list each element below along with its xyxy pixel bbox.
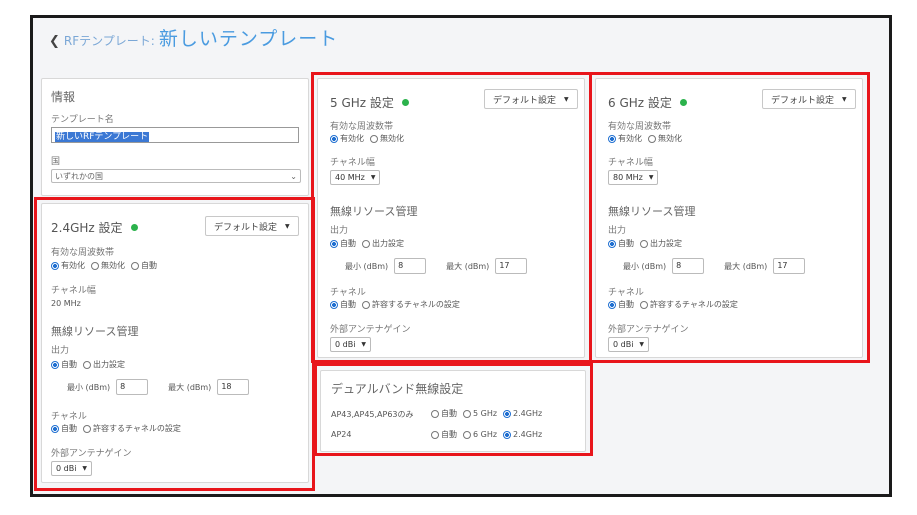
highlight-band6 [589,72,870,363]
info-heading: 情報 [51,90,76,104]
template-name-value: 新しいRFテンプレート [55,132,150,142]
country-select[interactable]: いずれかの国 ⌄ [51,169,301,183]
info-card: 情報 テンプレート名 新しいRFテンプレート 国 いずれかの国 ⌄ [41,78,309,196]
page-header: ❮ RFテンプレート: 新しいテンプレート [49,24,338,51]
template-name-label: テンプレート名 [51,115,114,125]
highlight-band5 [311,72,592,363]
app-window: ❮ RFテンプレート: 新しいテンプレート 情報 テンプレート名 新しいRFテン… [30,15,892,497]
country-value: いずれかの国 [55,171,103,181]
breadcrumb[interactable]: RFテンプレート: [64,32,155,49]
template-name-input[interactable]: 新しいRFテンプレート [51,127,299,143]
country-label: 国 [51,157,61,167]
chevron-down-icon: ⌄ [290,171,297,181]
chevron-left-icon[interactable]: ❮ [49,34,60,49]
highlight-band24 [34,197,315,491]
highlight-dual-band [314,363,593,456]
page-title: 新しいテンプレート [158,28,339,50]
